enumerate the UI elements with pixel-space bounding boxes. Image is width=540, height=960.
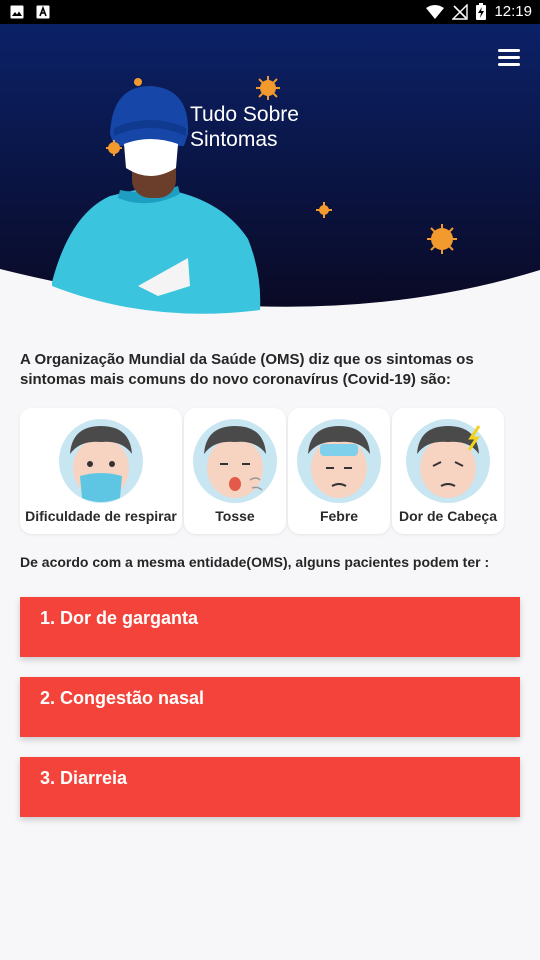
no-signal-icon bbox=[452, 3, 469, 20]
symptom-card-label: Febre bbox=[319, 508, 359, 524]
symptom-item-label: 3. Diarreia bbox=[40, 768, 128, 788]
face-mask-icon bbox=[59, 419, 143, 503]
symptom-item-label: 1. Dor de garganta bbox=[40, 608, 199, 628]
symptom-item-diarreia[interactable]: 3. Diarreia bbox=[20, 757, 520, 817]
header-background bbox=[0, 24, 540, 314]
symptom-card-tosse[interactable]: Tosse bbox=[184, 408, 286, 534]
symptom-item-label: 2. Congestão nasal bbox=[40, 688, 205, 708]
hamburger-menu-icon[interactable] bbox=[494, 46, 524, 70]
image-icon bbox=[10, 5, 24, 19]
wifi-icon bbox=[426, 4, 445, 19]
page-title: Tudo Sobre Sintomas bbox=[190, 103, 299, 151]
symptom-card-febre[interactable]: Febre bbox=[288, 408, 390, 534]
face-cough-icon bbox=[193, 419, 277, 503]
text-format-icon bbox=[36, 5, 50, 19]
face-fever-icon bbox=[297, 419, 381, 503]
status-bar: 12:19 bbox=[0, 0, 540, 24]
battery-charging-icon bbox=[476, 3, 487, 20]
symptom-card-label: Tosse bbox=[215, 508, 255, 524]
symptom-card-label: Dor de Cabeça bbox=[398, 508, 498, 524]
symptom-card-dor-de-cabeca[interactable]: Dor de Cabeça bbox=[392, 408, 504, 534]
symptom-item-congestao-nasal[interactable]: 2. Congestão nasal bbox=[20, 677, 520, 737]
status-time: 12:19 bbox=[494, 3, 532, 20]
symptom-item-dor-de-garganta[interactable]: 1. Dor de garganta bbox=[20, 597, 520, 657]
section-subtitle: De acordo com a mesma entidade(OMS), alg… bbox=[20, 554, 490, 570]
header-banner: Tudo Sobre Sintomas bbox=[0, 24, 540, 314]
intro-text: A Organização Mundial da Saúde (OMS) diz… bbox=[20, 351, 474, 388]
symptom-card-label: Dificuldade de respirar bbox=[25, 508, 177, 524]
symptom-card-dificuldade-de-respirar[interactable]: Dificuldade de respirar bbox=[20, 408, 182, 534]
face-headache-icon bbox=[406, 419, 490, 503]
